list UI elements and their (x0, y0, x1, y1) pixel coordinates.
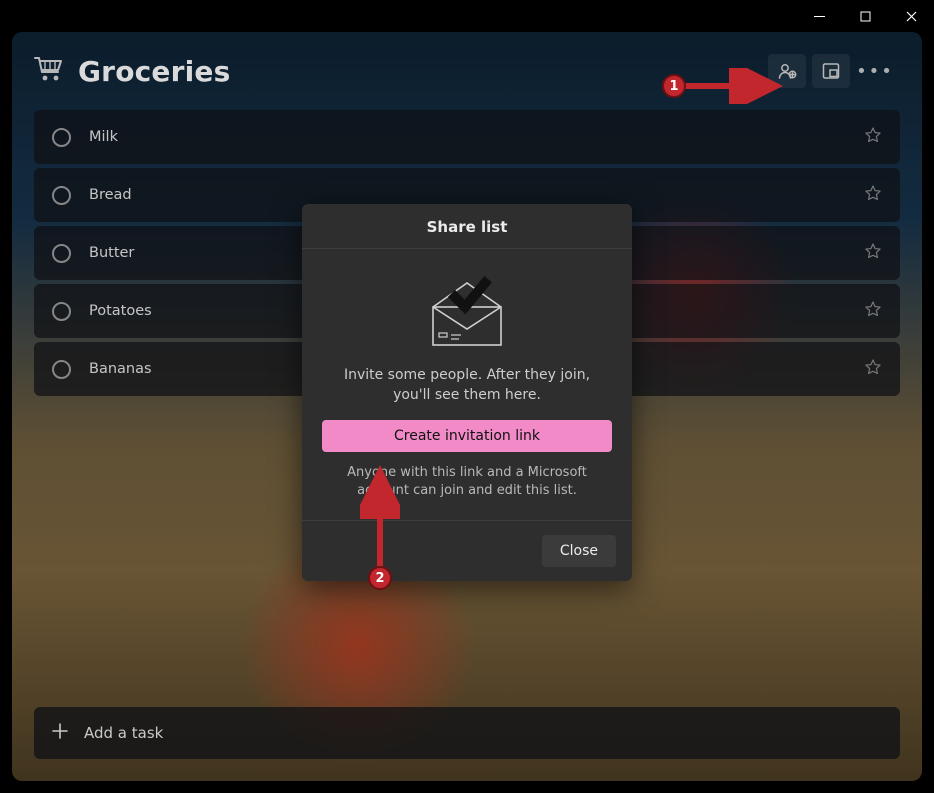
app-window: Groceries ••• (0, 0, 934, 793)
task-row[interactable]: Milk (34, 110, 900, 164)
task-label: Milk (89, 129, 846, 145)
star-icon[interactable] (864, 242, 882, 264)
add-task-placeholder: Add a task (84, 724, 163, 742)
dialog-title: Share list (302, 204, 632, 249)
star-icon[interactable] (864, 126, 882, 148)
complete-checkbox[interactable] (52, 360, 71, 379)
more-options-button[interactable]: ••• (856, 54, 894, 88)
complete-checkbox[interactable] (52, 128, 71, 147)
annotation-badge-1: 1 (662, 74, 686, 98)
create-invitation-link-button[interactable]: Create invitation link (322, 420, 612, 452)
star-icon[interactable] (864, 184, 882, 206)
window-close-button[interactable] (888, 0, 934, 32)
list-title[interactable]: Groceries (78, 55, 230, 88)
layout-toggle-button[interactable] (812, 54, 850, 88)
star-icon[interactable] (864, 358, 882, 380)
complete-checkbox[interactable] (52, 186, 71, 205)
todo-app: Groceries ••• (12, 32, 922, 781)
plus-icon (52, 723, 68, 743)
share-list-button[interactable] (768, 54, 806, 88)
list-header: Groceries ••• (12, 32, 922, 110)
window-titlebar (0, 0, 934, 32)
window-maximize-button[interactable] (842, 0, 888, 32)
task-label: Bread (89, 187, 846, 203)
share-list-dialog: Share list Invite some people. After the… (302, 204, 632, 581)
shopping-cart-icon (34, 56, 64, 86)
window-minimize-button[interactable] (796, 0, 842, 32)
star-icon[interactable] (864, 300, 882, 322)
envelope-check-icon (322, 267, 612, 365)
dialog-close-button[interactable]: Close (542, 535, 616, 567)
complete-checkbox[interactable] (52, 244, 71, 263)
complete-checkbox[interactable] (52, 302, 71, 321)
dialog-message: Invite some people. After they join, you… (322, 365, 612, 420)
dialog-subtext: Anyone with this link and a Microsoft ac… (322, 452, 612, 500)
add-task-input[interactable]: Add a task (34, 707, 900, 759)
annotation-badge-2: 2 (368, 566, 392, 590)
